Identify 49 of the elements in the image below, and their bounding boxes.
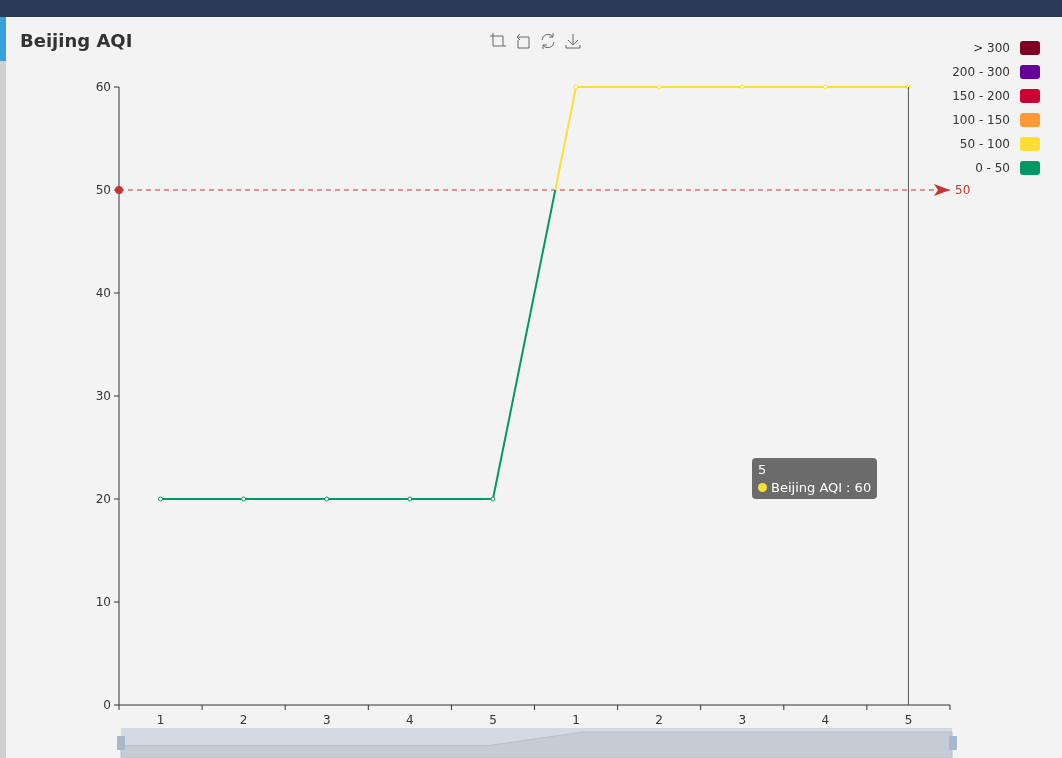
- legend-swatch[interactable]: [1020, 65, 1040, 79]
- y-tick-label: 0: [103, 698, 111, 712]
- legend-swatch[interactable]: [1020, 161, 1040, 175]
- x-tick-label: 2: [655, 713, 663, 727]
- data-point: [905, 84, 911, 90]
- y-tick-label: 60: [95, 80, 111, 94]
- x-tick-label: 2: [239, 713, 248, 727]
- legend-swatch[interactable]: [1020, 41, 1040, 55]
- data-point: [158, 496, 164, 502]
- legend-label: 0 - 50: [975, 161, 1010, 175]
- legend-label: 150 - 200: [952, 89, 1010, 103]
- legend-label: 100 - 150: [952, 113, 1010, 127]
- legend-swatch[interactable]: [1020, 113, 1040, 127]
- legend-swatch[interactable]: [1020, 137, 1040, 151]
- y-tick-label: 50: [95, 183, 111, 197]
- x-tick-label: 3: [322, 713, 331, 727]
- chart-title: Beijing AQI: [20, 30, 133, 51]
- tooltip-series-name: Beijing AQI: [771, 480, 843, 495]
- zoom-icon[interactable]: [489, 32, 507, 50]
- data-point: [656, 84, 662, 90]
- data-point: [407, 496, 413, 502]
- mark-line-label: 50: [955, 183, 971, 197]
- y-tick-label: 40: [95, 286, 111, 300]
- tooltip-title: 5: [758, 462, 768, 477]
- data-point: [739, 84, 745, 90]
- x-tick-label: 4: [406, 713, 414, 727]
- x-tick-label: 5: [489, 713, 497, 727]
- data-point: [241, 496, 247, 502]
- data-point: [324, 496, 330, 502]
- y-tick-label: 20: [95, 492, 111, 506]
- legend-label: > 300: [973, 41, 1010, 55]
- x-tick-label: 3: [738, 713, 747, 727]
- y-tick-label: 30: [95, 389, 111, 403]
- legend-label: 200 - 300: [952, 65, 1010, 79]
- x-tick-label: 5: [904, 713, 913, 727]
- legend-swatch[interactable]: [1020, 89, 1040, 103]
- y-tick-label: 10: [95, 595, 111, 609]
- x-tick-label: 4: [821, 713, 830, 727]
- legend-label: 50 - 100: [959, 137, 1010, 151]
- tooltip-value: : 60: [846, 480, 872, 495]
- data-point: [822, 84, 828, 90]
- data-point: [490, 496, 496, 502]
- x-tick-label: 1: [156, 713, 165, 727]
- undo-icon[interactable]: [514, 32, 532, 50]
- data-point: [573, 84, 579, 90]
- x-tick-label: 1: [572, 713, 580, 727]
- download-icon[interactable]: [564, 32, 582, 50]
- refresh-icon[interactable]: [539, 32, 557, 50]
- data-zoom-slider[interactable]: [117, 728, 957, 758]
